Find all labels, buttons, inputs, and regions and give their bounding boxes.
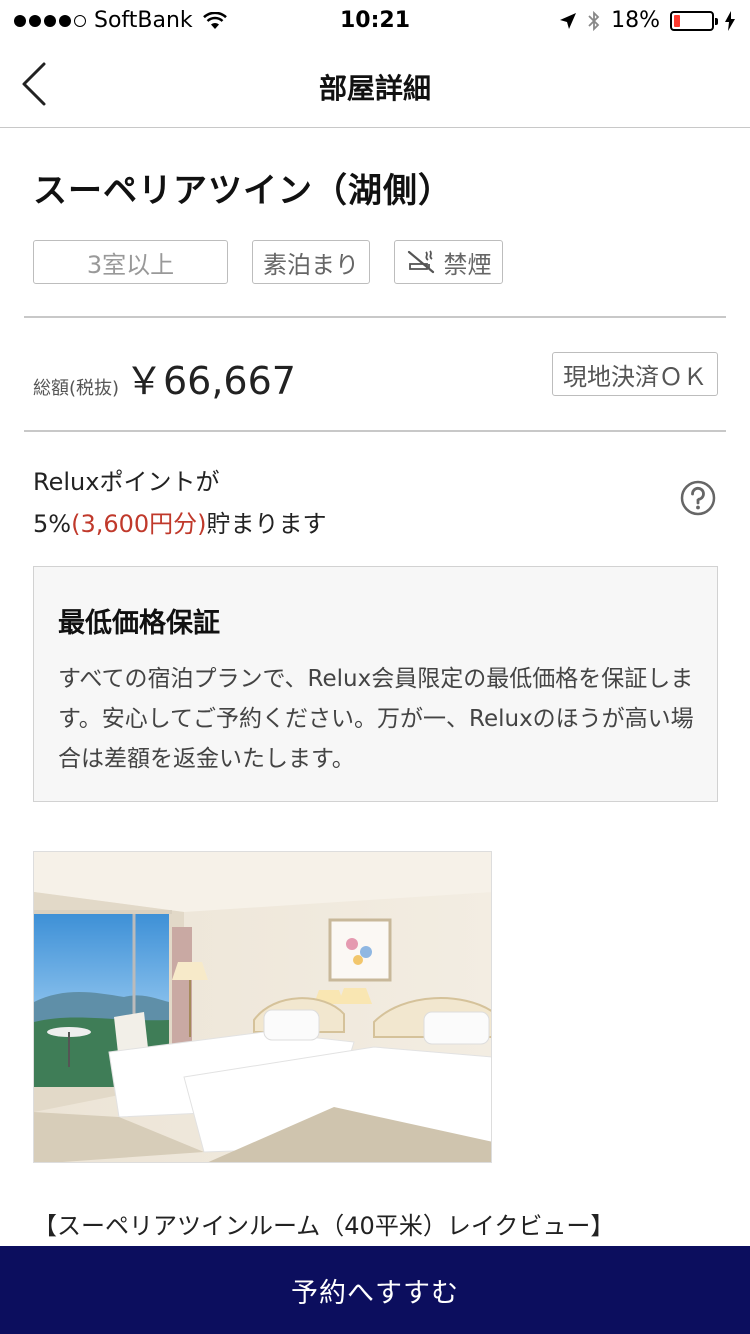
- divider: [24, 316, 726, 318]
- photo-caption: 【スーペリアツインルーム（40平米）レイクビュー】: [33, 1212, 615, 1240]
- location-arrow-icon: [560, 12, 577, 29]
- availability-tag: 3室以上: [33, 240, 228, 284]
- price-value: ￥66,667: [125, 359, 296, 403]
- help-question-icon[interactable]: [680, 480, 716, 516]
- navigation-bar: 部屋詳細: [0, 40, 750, 128]
- meal-tag: 素泊まり: [252, 240, 370, 284]
- battery-icon: [670, 10, 718, 31]
- points-line-1: Reluxポイントが: [33, 468, 220, 496]
- page-title: 部屋詳細: [318, 72, 431, 105]
- divider: [24, 430, 726, 432]
- room-photo[interactable]: [33, 851, 492, 1163]
- no-smoking-icon: [407, 250, 434, 274]
- battery-level: [674, 14, 681, 27]
- smoking-tag: 禁煙: [394, 240, 503, 284]
- status-bar: SoftBank 10:21 18%: [0, 0, 750, 40]
- points-line-2: 5%(3,600円分)貯まります: [33, 504, 327, 539]
- battery-percent: 18%: [611, 8, 660, 33]
- guarantee-title: 最低価格保証: [58, 608, 220, 639]
- points-rate: 5%: [33, 510, 72, 538]
- room-photo-image: [34, 852, 491, 1162]
- smoking-tag-label: 禁煙: [443, 250, 492, 279]
- points-amount: (3,600円分): [71, 510, 207, 538]
- reserve-button[interactable]: 予約へすすむ: [0, 1246, 750, 1334]
- guarantee-text: すべての宿泊プランで、Relux会員限定の最低価格を保証します。安心してご予約く…: [58, 666, 694, 772]
- onsite-payment-badge: 現地決済ＯＫ: [552, 352, 718, 396]
- room-title: スーペリアツイン（湖側）: [33, 171, 453, 211]
- price-guarantee-box: 最低価格保証 すべての宿泊プランで、Relux会員限定の最低価格を保証します。安…: [33, 566, 718, 802]
- price-label: 総額(税抜): [33, 378, 120, 399]
- charging-bolt-icon: [725, 10, 735, 31]
- bluetooth-icon: [588, 10, 600, 31]
- status-right: 18%: [559, 8, 736, 33]
- points-suffix: 貯まります: [206, 510, 327, 538]
